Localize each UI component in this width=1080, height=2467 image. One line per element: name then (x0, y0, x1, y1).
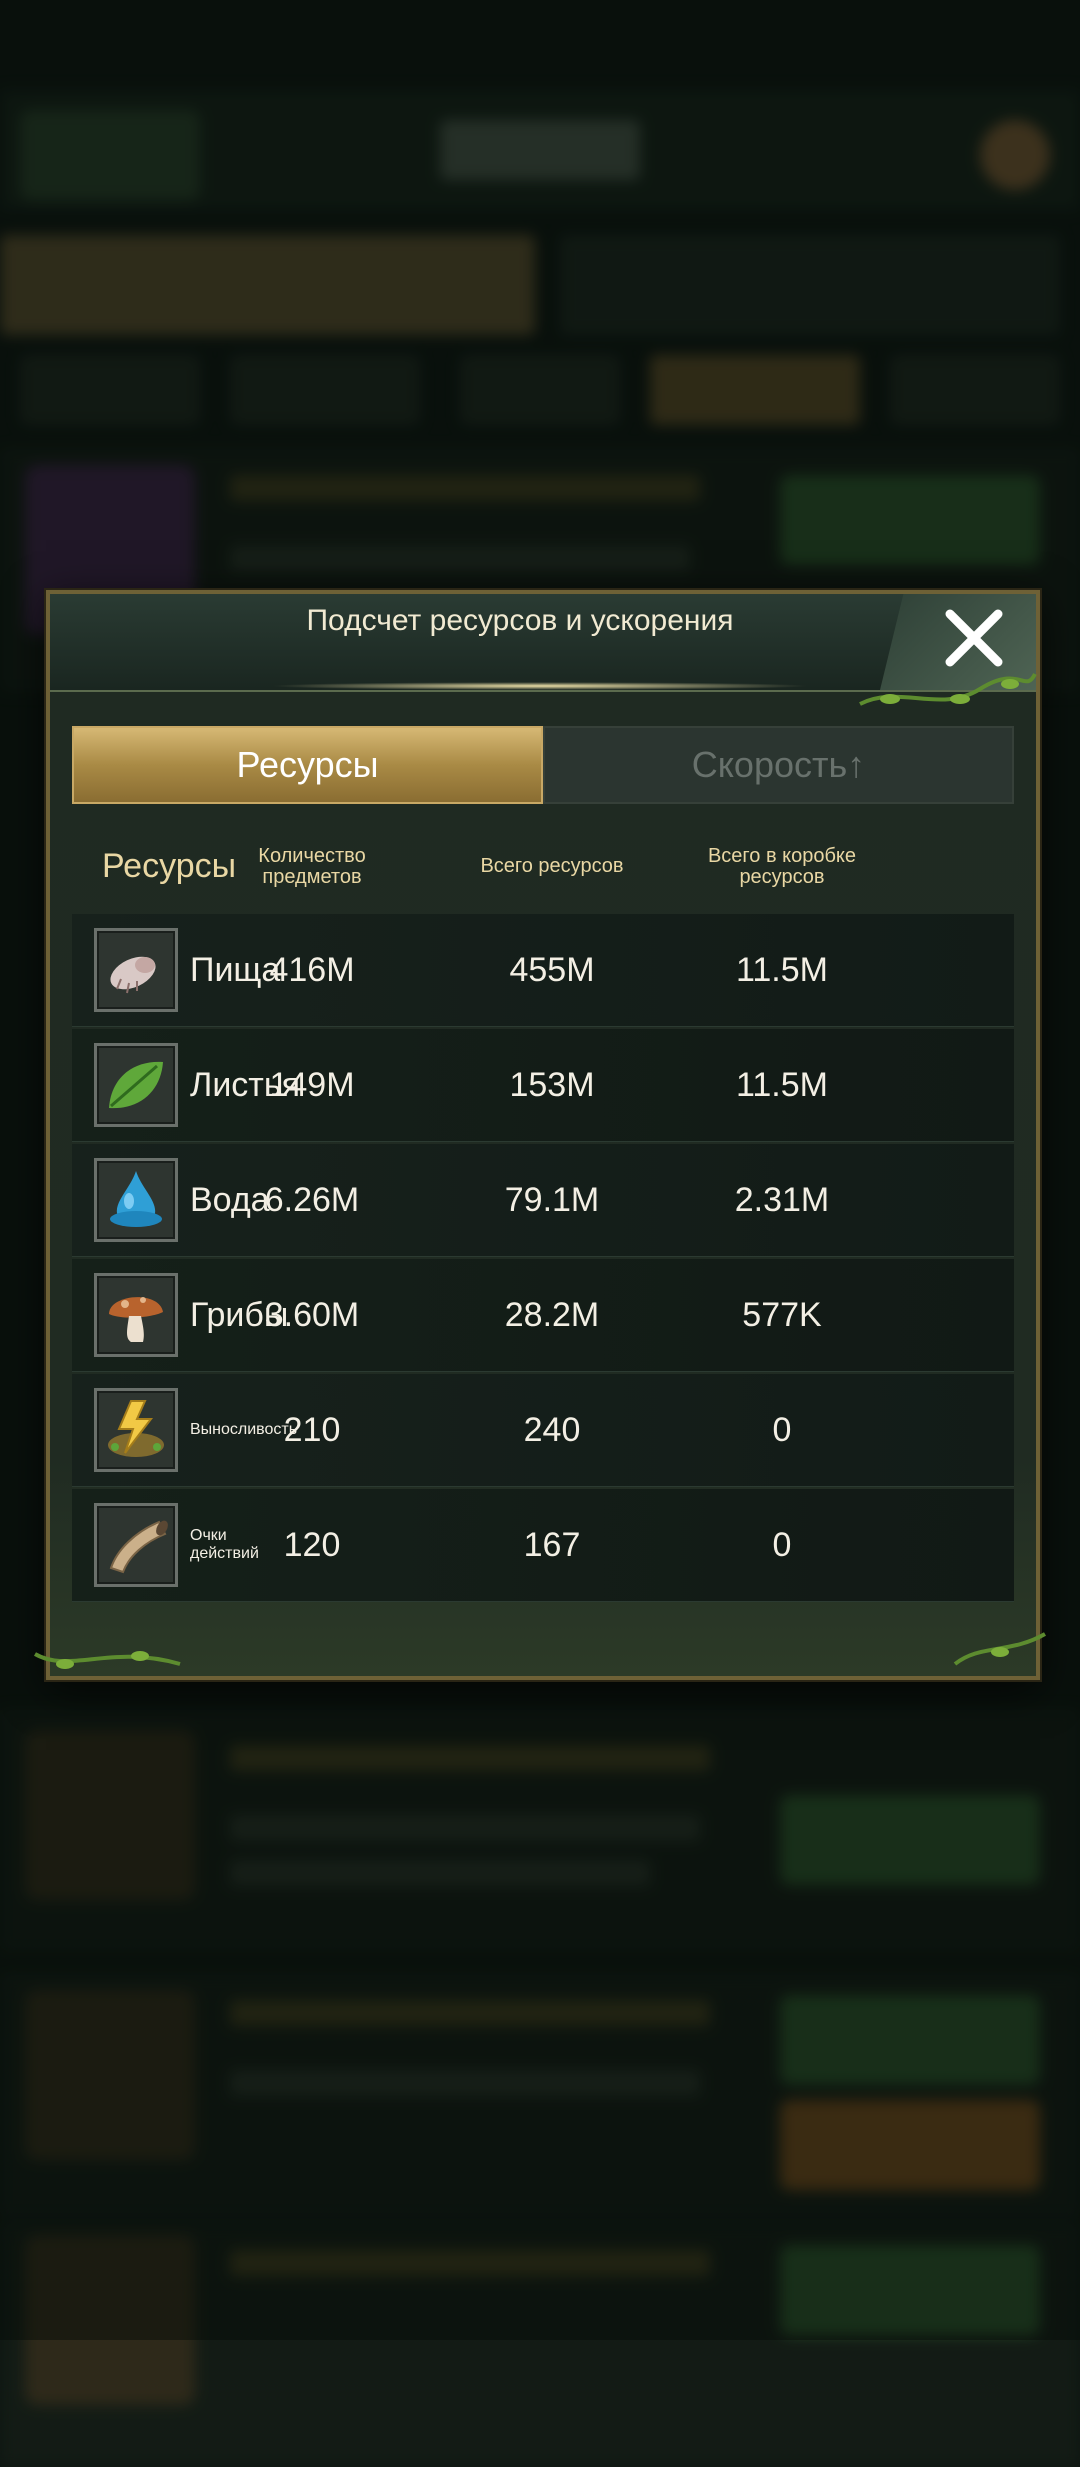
total-resources: 455M (509, 951, 595, 989)
vine-decoration-icon (34, 1651, 181, 1669)
box-resources: 11.5M (736, 1066, 828, 1104)
horn-icon (94, 1503, 178, 1587)
leaf-icon (94, 1043, 178, 1127)
tab-speedups[interactable]: Скорость↑ (543, 726, 1014, 804)
resource-summary-dialog: Подсчет ресурсов и ускорения Ресурсы Ско… (34, 590, 1046, 1680)
column-header-resources: Ресурсы (102, 847, 237, 885)
total-resources: 167 (523, 1526, 581, 1564)
items-count: 210 (283, 1411, 341, 1449)
tab-resources[interactable]: Ресурсы (72, 726, 543, 804)
table-row: Листья 149M 153M 11.5M (72, 1029, 1014, 1142)
total-resources: 79.1M (504, 1181, 600, 1219)
items-count: 416M (269, 951, 355, 989)
box-resources: 0 (772, 1411, 792, 1449)
vine-decoration-icon (859, 672, 1037, 706)
table-row: Вода 6.26M 79.1M 2.31M (72, 1144, 1014, 1257)
tab-bar: Ресурсы Скорость↑ (72, 726, 1014, 804)
stamina-lightning-icon (94, 1388, 178, 1472)
column-header-items: Количество предметов (258, 845, 366, 888)
items-count: 120 (283, 1526, 341, 1564)
column-header-total: Всего ресурсов (480, 855, 624, 877)
items-count: 149M (269, 1066, 355, 1104)
total-resources: 153M (509, 1066, 595, 1104)
vine-decoration-icon (953, 1632, 1046, 1666)
total-resources: 28.2M (504, 1296, 600, 1334)
column-header-box: Всего в коробке ресурсов (707, 845, 857, 888)
table-row: Пища 416M 455M 11.5M (72, 914, 1014, 1027)
box-resources: 11.5M (736, 951, 828, 989)
box-resources: 2.31M (734, 1181, 830, 1219)
table-row: Выносливость 210 240 0 (72, 1374, 1014, 1487)
dialog-title: Подсчет ресурсов и ускорения (306, 604, 734, 637)
total-resources: 240 (523, 1411, 581, 1449)
table-header: Ресурсы Количество предметов Всего ресур… (72, 826, 1014, 906)
items-count: 3.60M (264, 1296, 360, 1334)
resource-table: Пища 416M 455M 11.5M Листья 149M 153M 11… (72, 914, 1014, 1604)
food-larva-icon (94, 928, 178, 1012)
box-resources: 0 (772, 1526, 792, 1564)
table-row: Грибы 3.60M 28.2M 577K (72, 1259, 1014, 1372)
mushroom-icon (94, 1273, 178, 1357)
items-count: 6.26M (264, 1181, 360, 1219)
header-glow (270, 682, 810, 690)
box-resources: 577K (742, 1296, 822, 1334)
table-row: Очки действий 120 167 0 (72, 1489, 1014, 1602)
water-drop-icon (94, 1158, 178, 1242)
